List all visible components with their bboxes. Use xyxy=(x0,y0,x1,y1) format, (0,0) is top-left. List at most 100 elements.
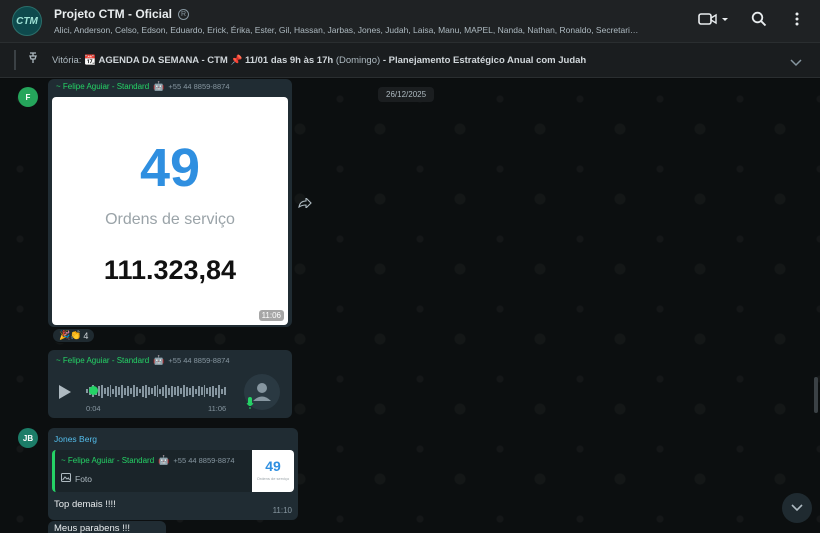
waveform-bar xyxy=(159,388,162,394)
quoted-message[interactable]: ~ Felipe Aguiar - Standard 🤖 +55 44 8859… xyxy=(52,450,294,492)
waveform-bar xyxy=(224,387,226,395)
waveform-bar xyxy=(135,386,138,396)
audio-progress-handle[interactable] xyxy=(88,386,98,395)
pinned-author: Vitória: xyxy=(52,54,82,66)
pinned-message-bar[interactable]: Vitória: 📆 AGENDA DA SEMANA - CTM 📌 11/0… xyxy=(0,42,820,78)
waveform-bar xyxy=(168,387,171,395)
waveform-bar xyxy=(97,386,100,396)
pinned-agenda: AGENDA DA SEMANA - CTM xyxy=(98,54,228,66)
chevron-down-icon[interactable] xyxy=(790,54,802,72)
waveform-bar xyxy=(156,385,159,397)
waveform-bar xyxy=(191,385,194,397)
pinned-topic: - Planejamento Estratégico Anual com Jud… xyxy=(382,54,587,66)
group-avatar[interactable]: CTM xyxy=(12,6,42,36)
pinned-when: 11/01 das 9h às 17h xyxy=(244,54,334,66)
message-sender[interactable]: ~ Felipe Aguiar - Standard 🤖 +55 44 8859… xyxy=(56,81,230,92)
waveform-bar xyxy=(130,388,132,394)
pin-divider xyxy=(14,50,16,70)
image-amount: 111.323,84 xyxy=(103,255,237,285)
message-sender[interactable]: ~ Felipe Aguiar - Standard 🤖 +55 44 8859… xyxy=(56,355,230,366)
waveform-bar xyxy=(188,387,191,395)
waveform-bar xyxy=(138,389,141,393)
quoted-thumbnail: 49 Ordens de serviço xyxy=(252,450,294,492)
message-time: 11:10 xyxy=(272,506,292,515)
waveform-bar xyxy=(197,386,200,396)
waveform-bar xyxy=(194,388,197,394)
waveform-bar xyxy=(218,384,221,398)
reaction-count: 4 xyxy=(83,330,89,341)
scrollbar[interactable] xyxy=(814,377,818,413)
waveform-bar xyxy=(203,385,206,397)
chat-area[interactable]: 26/12/2025 F ~ Felipe Aguiar - Standard … xyxy=(0,79,820,533)
search-icon[interactable] xyxy=(750,10,768,28)
message-time: 11:06 xyxy=(258,310,284,321)
thumb-caption: Ordens de serviço xyxy=(256,476,290,481)
video-call-icon[interactable] xyxy=(696,10,730,28)
sender-avatar[interactable]: F xyxy=(18,87,38,107)
waveform-bar xyxy=(165,384,168,398)
image-attachment[interactable]: 49 Ordens de serviço 111.323,84 11:06 xyxy=(52,97,288,325)
forward-icon[interactable] xyxy=(298,195,312,213)
waveform-bar xyxy=(103,388,106,394)
waveform-bar xyxy=(147,387,150,395)
thumb-number: 49 xyxy=(265,458,281,474)
waveform-bar xyxy=(206,388,209,394)
waveform-bar xyxy=(153,386,156,396)
sender-avatar[interactable]: JB xyxy=(18,428,38,448)
waveform-bar xyxy=(109,385,112,397)
chat-header[interactable]: CTM Projeto CTM - Oficial R Alici, Ander… xyxy=(0,0,820,42)
waveform-bar xyxy=(127,386,130,396)
waveform-bar xyxy=(177,386,179,396)
reactions-badge[interactable]: 🎉👏 4 xyxy=(52,328,96,343)
waveform-bar xyxy=(112,388,115,394)
waveform-bar xyxy=(221,388,224,394)
quoted-phone: +55 44 8859-8874 xyxy=(173,456,235,465)
more-options-icon[interactable] xyxy=(788,10,806,28)
scroll-to-bottom-button[interactable] xyxy=(782,493,812,523)
message-text: Meus parabens !!! xyxy=(54,523,131,533)
pin-icon xyxy=(28,51,38,69)
waveform-bar xyxy=(144,384,147,398)
robot-icon: 🤖 xyxy=(153,355,165,365)
image-big-number: 49 xyxy=(139,138,201,198)
waveform-bar xyxy=(209,386,212,396)
waveform-bar xyxy=(162,386,165,396)
audio-waveform[interactable] xyxy=(86,384,226,398)
waveform-bar xyxy=(212,385,215,397)
image-caption: Ordens de serviço xyxy=(105,211,235,228)
quoted-label: Foto xyxy=(61,473,92,484)
robot-icon: 🤖 xyxy=(153,81,165,91)
reply-message[interactable]: Jones Berg ~ Felipe Aguiar - Standard 🤖 … xyxy=(48,428,298,520)
sender-name: ~ Felipe Aguiar - Standard xyxy=(56,82,150,91)
calendar-emoji: 📆 xyxy=(84,54,96,66)
pinned-day: (Domingo) xyxy=(335,54,381,66)
waveform-bar xyxy=(182,385,185,397)
waveform-bar xyxy=(100,384,103,398)
waveform-bar xyxy=(106,386,109,396)
waveform-bar xyxy=(133,385,135,397)
message-sender[interactable]: Jones Berg xyxy=(54,434,97,444)
sender-name: ~ Felipe Aguiar - Standard xyxy=(56,356,150,365)
date-divider: 26/12/2025 xyxy=(378,87,435,102)
image-message[interactable]: ~ Felipe Aguiar - Standard 🤖 +55 44 8859… xyxy=(48,79,292,327)
chevron-down-icon xyxy=(791,504,803,512)
text-message[interactable]: Meus parabens !!! xyxy=(48,521,166,533)
sender-phone: +55 44 8859-8874 xyxy=(168,356,230,365)
group-title: Projeto CTM - Oficial xyxy=(54,7,173,21)
waveform-bar xyxy=(215,387,218,395)
header-info[interactable]: Projeto CTM - Oficial R Alici, Anderson,… xyxy=(54,7,674,35)
waveform-bar xyxy=(141,385,144,397)
play-icon[interactable] xyxy=(58,384,72,405)
audio-elapsed: 0:04 xyxy=(86,404,101,413)
audio-message[interactable]: ~ Felipe Aguiar - Standard 🤖 +55 44 8859… xyxy=(48,350,292,418)
robot-icon: 🤖 xyxy=(158,455,170,465)
group-members: Alici, Anderson, Celso, Edson, Eduardo, … xyxy=(54,25,639,35)
message-time: 11:06 xyxy=(208,404,227,413)
waveform-bar xyxy=(174,387,177,395)
pinned-text: Vitória: 📆 AGENDA DA SEMANA - CTM 📌 11/0… xyxy=(52,55,586,66)
quoted-sender-name: ~ Felipe Aguiar - Standard xyxy=(61,456,155,465)
message-text: Top demais !!!! xyxy=(54,499,116,510)
waveform-bar xyxy=(200,387,203,395)
waveform-bar xyxy=(121,384,124,398)
waveform-bar xyxy=(171,385,174,397)
